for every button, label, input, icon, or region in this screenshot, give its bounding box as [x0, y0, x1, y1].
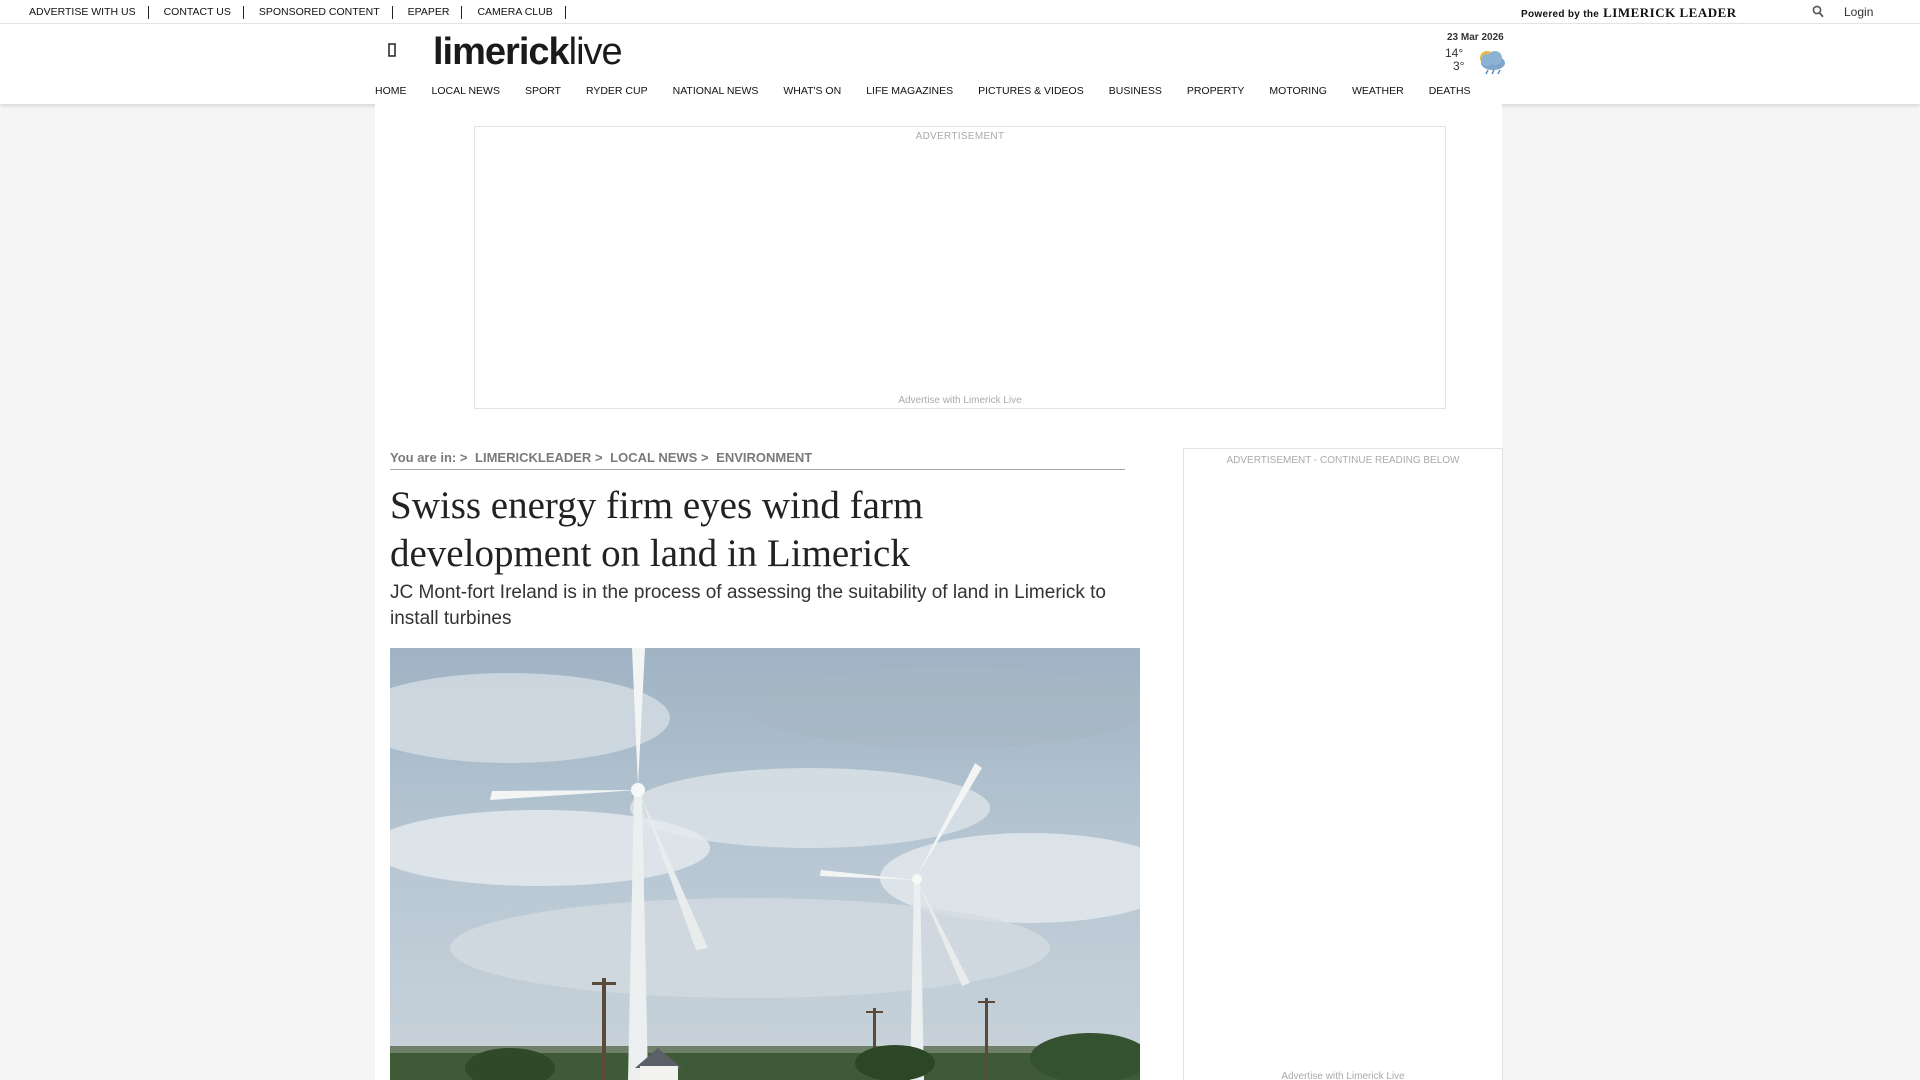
- nav-home[interactable]: HOME: [375, 85, 407, 99]
- weather-date: 23 Mar 2026: [1447, 32, 1504, 43]
- nav-sport[interactable]: SPORT: [525, 85, 561, 99]
- powered-by-logo[interactable]: Powered by the LIMERICK LEADER: [1521, 5, 1737, 20]
- ad-label: ADVERTISEMENT: [915, 131, 1005, 142]
- advertise-link[interactable]: ADVERTISE WITH US: [29, 5, 149, 19]
- nav-deaths[interactable]: DEATHS: [1429, 85, 1471, 99]
- powered-by-prefix: Powered by the: [1521, 9, 1600, 20]
- hamburger-icon[interactable]: [387, 41, 401, 59]
- nav-weather[interactable]: WEATHER: [1352, 85, 1404, 99]
- site-header: limericklive 23 Mar 2026 14° 3° HOME LOC…: [0, 24, 1920, 104]
- breadcrumb-local-news[interactable]: LOCAL NEWS: [610, 450, 697, 465]
- top-links: ADVERTISE WITH US CONTACT US SPONSORED C…: [29, 0, 581, 24]
- logo-bold-text: limerick: [433, 31, 570, 73]
- nav-motoring[interactable]: MOTORING: [1269, 85, 1327, 99]
- breadcrumb-separator: >: [594, 450, 603, 465]
- main-nav: HOME LOCAL NEWS SPORT RYDER CUP NATIONAL…: [375, 85, 1496, 99]
- epaper-link[interactable]: EPAPER: [408, 5, 463, 19]
- site-logo[interactable]: limericklive: [433, 29, 623, 75]
- ad-footer-link[interactable]: Advertise with Limerick Live: [1184, 1071, 1502, 1080]
- nav-national-news[interactable]: NATIONAL NEWS: [673, 85, 759, 99]
- nav-ryder-cup[interactable]: RYDER CUP: [586, 85, 648, 99]
- article-headline: Swiss energy firm eyes wind farm develop…: [390, 484, 924, 575]
- weather-widget[interactable]: 23 Mar 2026 14° 3°: [1440, 32, 1510, 82]
- nav-property[interactable]: PROPERTY: [1187, 85, 1245, 99]
- article-standfirst: JC Mont-fort Ireland is in the process o…: [390, 582, 1106, 629]
- search-icon[interactable]: [1811, 4, 1825, 20]
- logo-light-text: live: [568, 31, 623, 73]
- nav-life-magazines[interactable]: LIFE MAGAZINES: [866, 85, 953, 99]
- top-advertisement[interactable]: ADVERTISEMENT Advertise with Limerick Li…: [474, 126, 1446, 409]
- nav-local-news[interactable]: LOCAL NEWS: [432, 85, 500, 99]
- sponsored-content-link[interactable]: SPONSORED CONTENT: [259, 5, 393, 19]
- weather-high: 14°: [1445, 46, 1464, 60]
- login-link[interactable]: Login: [1844, 5, 1873, 19]
- weather-low: 3°: [1453, 59, 1465, 73]
- sidebar-advertisement[interactable]: ADVERTISEMENT - CONTINUE READING BELOW A…: [1183, 448, 1503, 1080]
- breadcrumb-prefix: You are in: >: [390, 450, 468, 465]
- breadcrumb-separator: >: [700, 450, 709, 465]
- cloud-rain-icon: [1473, 46, 1509, 76]
- top-utility-bar: ADVERTISE WITH US CONTACT US SPONSORED C…: [0, 0, 1920, 24]
- powered-by-brand: LIMERICK LEADER: [1603, 5, 1737, 20]
- breadcrumb-limerickleader[interactable]: LIMERICKLEADER: [475, 450, 591, 465]
- breadcrumb: You are in: > LIMERICKLEADER > LOCAL NEW…: [390, 450, 1125, 470]
- contact-link[interactable]: CONTACT US: [164, 5, 244, 19]
- ad-footer-link[interactable]: Advertise with Limerick Live: [475, 395, 1445, 406]
- article-hero-image[interactable]: [390, 648, 1140, 1080]
- camera-club-link[interactable]: CAMERA CLUB: [477, 5, 566, 19]
- breadcrumb-environment[interactable]: ENVIRONMENT: [716, 450, 812, 465]
- nav-pictures-videos[interactable]: PICTURES & VIDEOS: [978, 85, 1084, 99]
- nav-whats-on[interactable]: WHAT'S ON: [783, 85, 841, 99]
- nav-business[interactable]: BUSINESS: [1109, 85, 1162, 99]
- ad-label: ADVERTISEMENT - CONTINUE READING BELOW: [1226, 455, 1460, 466]
